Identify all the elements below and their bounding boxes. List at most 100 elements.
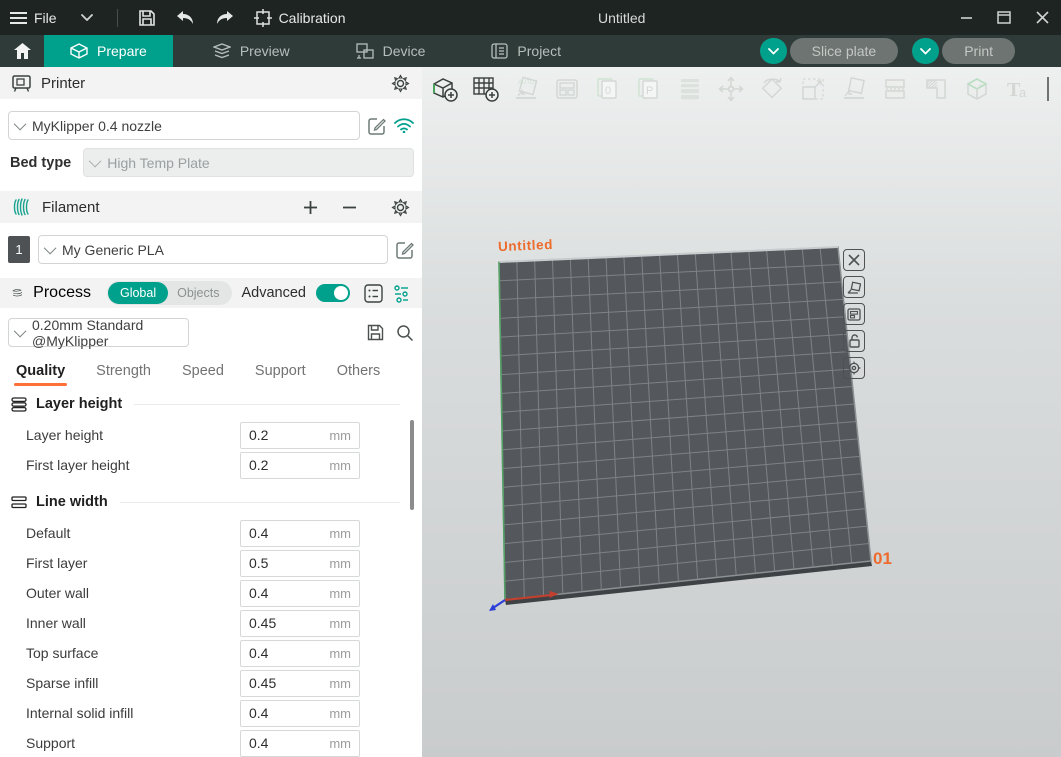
orient-plate-button[interactable]	[843, 276, 865, 298]
first-layer-line-width-input[interactable]: 0.5 mm	[240, 550, 360, 577]
home-button[interactable]	[0, 35, 44, 67]
build-plate[interactable]	[422, 67, 1061, 757]
tune-params-button[interactable]	[393, 284, 410, 303]
param-label: Internal solid infill	[26, 705, 240, 721]
filament-index-badge[interactable]: 1	[8, 236, 30, 263]
calibration-icon	[254, 9, 272, 27]
save-button[interactable]	[128, 0, 166, 35]
process-tabs: Quality Strength Speed Support Others	[0, 363, 422, 386]
filament-preset-value: My Generic PLA	[62, 242, 164, 258]
arrange-button	[552, 74, 582, 104]
remove-filament-button[interactable]	[342, 200, 357, 215]
calibration-label: Calibration	[279, 10, 346, 26]
tab-support[interactable]: Support	[255, 363, 306, 386]
default-line-width-input[interactable]: 0.4 mm	[240, 520, 360, 547]
param-value: 0.5	[249, 555, 329, 571]
tab-others[interactable]: Others	[337, 363, 381, 386]
process-preset-select[interactable]: 0.20mm Standard @MyKlipper	[8, 318, 189, 347]
printer-preset-select[interactable]: MyKlipper 0.4 nozzle	[8, 111, 360, 140]
bed-type-select[interactable]: High Temp Plate	[83, 148, 414, 177]
top-surface-line-width-input[interactable]: 0.4 mm	[240, 640, 360, 667]
tab-quality[interactable]: Quality	[16, 363, 65, 386]
filament-preset-select[interactable]: My Generic PLA	[38, 235, 388, 264]
bed-type-row: Bed type High Temp Plate	[0, 148, 422, 177]
internal-solid-infill-line-width-input[interactable]: 0.4 mm	[240, 700, 360, 727]
slice-plate-button[interactable]: Slice plate	[790, 38, 899, 64]
search-settings-button[interactable]	[396, 324, 414, 342]
plate-name-label[interactable]: Untitled	[498, 237, 554, 254]
scope-global-option[interactable]: Global	[108, 282, 168, 304]
auto-orient-icon: AUTO	[512, 75, 540, 103]
variable-layer-height-icon	[676, 75, 704, 103]
lock-plate-button[interactable]	[843, 330, 865, 352]
param-unit: mm	[329, 586, 351, 601]
edit-printer-button[interactable]	[368, 117, 386, 135]
param-unit: mm	[329, 616, 351, 631]
add-filament-button[interactable]	[303, 200, 318, 215]
slice-options-button[interactable]	[760, 38, 787, 64]
chevron-down-icon	[768, 48, 779, 55]
add-plate-icon	[471, 75, 499, 103]
sparse-infill-line-width-input[interactable]: 0.45 mm	[240, 670, 360, 697]
inner-wall-line-width-input[interactable]: 0.45 mm	[240, 610, 360, 637]
split-to-parts-icon: P	[635, 75, 663, 103]
printer-settings-button[interactable]	[391, 74, 410, 93]
viewport-3d[interactable]: AUTO 0 P	[422, 67, 1061, 757]
redo-button[interactable]	[205, 0, 244, 35]
file-menu-button[interactable]: File	[0, 0, 67, 35]
maximize-button[interactable]	[985, 0, 1023, 35]
param-row-layer-height: Layer height 0.2 mm	[8, 420, 414, 450]
scope-objects-option[interactable]: Objects	[167, 283, 229, 303]
filament-settings-button[interactable]	[391, 198, 410, 217]
first-layer-height-input[interactable]: 0.2 mm	[240, 452, 360, 479]
delete-plate-button[interactable]	[843, 249, 865, 271]
minimize-button[interactable]	[947, 0, 985, 35]
print-options-button[interactable]	[912, 38, 939, 64]
tab-prepare[interactable]: Prepare	[44, 35, 173, 67]
seam-painting-icon	[922, 75, 950, 103]
auto-orient-button: AUTO	[511, 74, 541, 104]
add-plate-button[interactable]	[470, 74, 500, 104]
settings-sidebar: Printer MyKlipper 0.4 nozzle Bed type Hi…	[0, 67, 422, 757]
param-unit: mm	[329, 428, 351, 443]
tab-preview[interactable]: Preview	[187, 35, 316, 67]
sidebar-scrollbar[interactable]	[410, 420, 414, 510]
section-title: Layer height	[36, 396, 122, 412]
add-object-button[interactable]	[429, 74, 459, 104]
mesh-boolean-button	[962, 74, 992, 104]
plate-settings-button[interactable]	[843, 357, 865, 379]
device-icon	[356, 43, 374, 59]
layer-height-header: Layer height	[8, 396, 414, 412]
outer-wall-line-width-input[interactable]: 0.4 mm	[240, 580, 360, 607]
param-unit: mm	[329, 706, 351, 721]
tab-project[interactable]: Project	[465, 35, 587, 67]
undo-button[interactable]	[166, 0, 205, 35]
tab-device[interactable]: Device	[330, 35, 452, 67]
preview-icon	[213, 43, 231, 59]
support-line-width-input[interactable]: 0.4 mm	[240, 730, 360, 757]
advanced-toggle[interactable]	[316, 284, 350, 302]
undo-icon	[176, 10, 195, 25]
layer-height-input[interactable]: 0.2 mm	[240, 422, 360, 449]
gear-icon	[391, 74, 410, 93]
tab-strength[interactable]: Strength	[96, 363, 151, 386]
print-button[interactable]: Print	[942, 38, 1015, 64]
tab-speed[interactable]: Speed	[182, 363, 224, 386]
wifi-connection-button[interactable]	[394, 118, 414, 133]
calibration-button[interactable]: Calibration	[244, 0, 356, 35]
file-dropdown-chevron[interactable]	[67, 0, 107, 35]
param-row-first-layer: First layer 0.5 mm	[8, 548, 414, 578]
split-to-parts-button: P	[634, 74, 664, 104]
process-icon	[12, 285, 23, 301]
save-preset-button[interactable]	[367, 324, 384, 341]
close-button[interactable]	[1023, 0, 1061, 35]
line-width-icon	[10, 495, 28, 509]
print-split-button: Print	[912, 38, 1015, 64]
arrange-plate-button[interactable]	[843, 303, 865, 325]
window-controls	[947, 0, 1061, 35]
parameter-list-button[interactable]	[364, 284, 383, 303]
process-preset-row: 0.20mm Standard @MyKlipper	[0, 318, 422, 347]
cut-button	[880, 74, 910, 104]
edit-filament-button[interactable]	[396, 241, 414, 259]
save-icon	[367, 324, 384, 341]
